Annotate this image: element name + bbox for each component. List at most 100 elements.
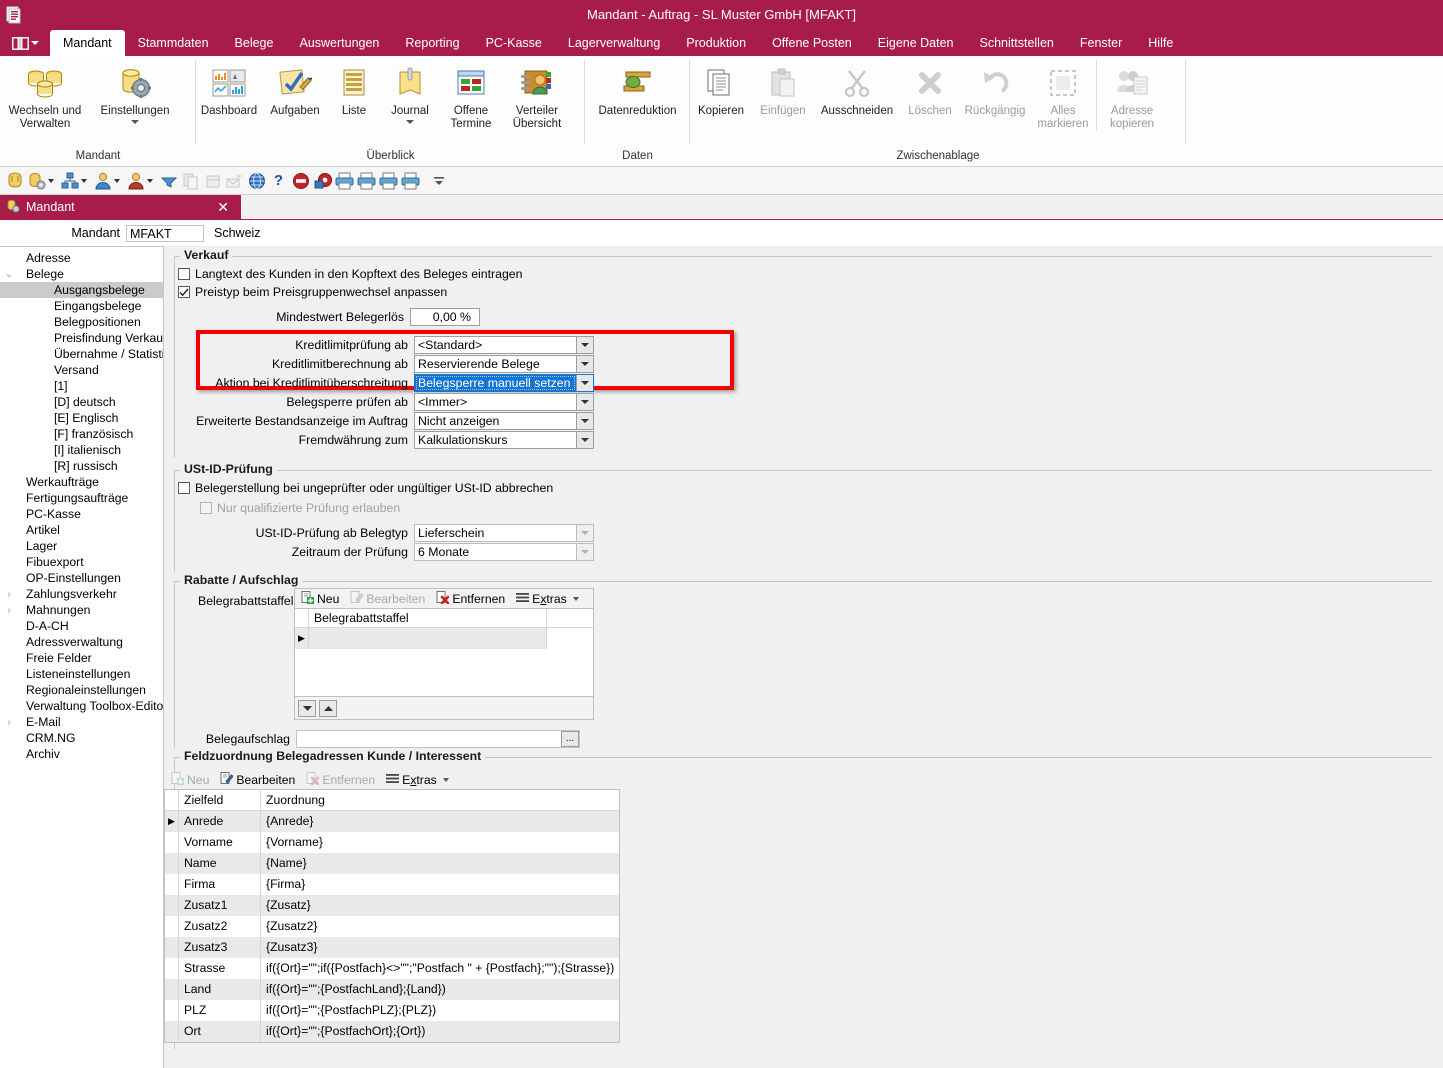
client-icon[interactable] [4,170,25,192]
feldzuordnung-table[interactable]: Zielfeld Zuordnung ▶ Anrede {Anrede} Vor… [164,789,620,1043]
tree-item-archiv[interactable]: Archiv [0,746,163,762]
ribbon-tab-eigene-daten[interactable]: Eigene Daten [865,30,967,56]
toolbar-remove-button[interactable]: Entfernen [433,590,511,608]
tree-item-crm-ng[interactable]: CRM.NG [0,730,163,746]
kreditlimitberechnung-combo[interactable]: Reservierende Belege [414,355,594,373]
toolbar-edit-button[interactable]: Bearbeiten [347,590,431,608]
mail-send-icon[interactable] [224,170,245,192]
tree-item-belegpositionen[interactable]: Belegpositionen [0,314,163,330]
chevron-down-icon[interactable] [576,356,593,372]
tree-item-zahlungsverkehr[interactable]: › Zahlungsverkehr [0,586,163,602]
tree-item-verwaltung-toolbox-editor[interactable]: Verwaltung Toolbox-Editor [0,698,163,714]
toolbar-overflow-icon[interactable] [428,170,449,192]
table-row[interactable]: PLZ if({Ort}="";{PostfachPLZ};{PLZ}) [165,1000,619,1021]
checkbox-box[interactable] [178,268,190,280]
ribbon-tab-lagerverwaltung[interactable]: Lagerverwaltung [555,30,673,56]
ribbon-button-einstellungen[interactable]: Einstellungen [90,60,180,124]
print-direct-icon[interactable] [400,170,421,192]
tree-item-d-a-ch[interactable]: D-A-CH [0,618,163,634]
tree-item-eingangsbelege[interactable]: Eingangsbelege [0,298,163,314]
tree-item-fertigungsauftraege[interactable]: Fertigungsaufträge [0,490,163,506]
chevron-down-icon[interactable] [576,525,593,541]
ribbon-tab-offene-posten[interactable]: Offene Posten [759,30,865,56]
ribbon-tab-fenster[interactable]: Fenster [1067,30,1135,56]
checkbox-box[interactable] [178,482,190,494]
tree-item-russisch[interactable]: [R] russisch [0,458,163,474]
chevron-down-icon[interactable] [114,178,120,183]
chevron-down-icon[interactable] [406,120,414,124]
table-row[interactable]: Firma {Firma} [165,874,619,895]
navigation-tree[interactable]: Adresse ⌄ Belege Ausgangsbelege Eingangsb… [0,246,164,1068]
package-icon[interactable] [202,170,223,192]
belegrabattstaffeln-grid[interactable]: Belegrabattstaffel ▶ [295,608,593,696]
print-icon[interactable] [334,170,355,192]
help-icon[interactable]: ? [268,170,289,192]
tree-item-italienisch[interactable]: [I] italienisch [0,442,163,458]
chevron-down-icon[interactable] [576,394,593,410]
bestandsanzeige-combo[interactable]: Nicht anzeigen [414,412,594,430]
filter-icon[interactable] [158,170,179,192]
ribbon-button-kopieren[interactable]: Kopieren [690,60,752,118]
ribbon-tab-pc-kasse[interactable]: PC-Kasse [473,30,555,56]
kreditlimitpruefung-combo[interactable]: <Standard> [414,336,594,354]
ribbon-tab-schnittstellen[interactable]: Schnittstellen [967,30,1067,56]
settings-red-icon[interactable] [312,170,333,192]
ribbon-tab-produktion[interactable]: Produktion [673,30,759,56]
table-row[interactable]: ▶ [295,628,593,649]
table-row[interactable]: Zusatz3 {Zusatz3} [165,937,619,958]
tree-item-adressverwaltung[interactable]: Adressverwaltung [0,634,163,650]
belegsperre-pruefen-combo[interactable]: <Immer> [414,393,594,411]
checkbox-box[interactable] [178,286,190,298]
ribbon-button-dashboard[interactable]: Dashboard [196,60,262,118]
ribbon-tab-stammdaten[interactable]: Stammdaten [125,30,222,56]
chevron-down-icon[interactable] [131,120,139,124]
table-row[interactable]: Land if({Ort}="";{PostfachLand};{Land}) [165,979,619,1000]
chevron-right-icon[interactable]: › [2,717,16,728]
supplier-icon[interactable] [125,170,146,192]
chevron-down-icon[interactable] [576,375,593,391]
document-tab-mandant[interactable]: Mandant ✕ [0,195,241,219]
ribbon-button-aufgaben[interactable]: Aufgaben [262,60,328,118]
stop-icon[interactable] [290,170,311,192]
toolbar-new-button[interactable]: Neu [298,590,345,608]
chevron-down-icon[interactable] [48,178,54,183]
copy-records-icon[interactable] [180,170,201,192]
toolbar-extras-button[interactable]: Extras [513,590,585,608]
table-row[interactable]: Ort if({Ort}="";{PostfachOrt};{Ort}) [165,1021,619,1042]
chevron-down-icon[interactable] [576,432,593,448]
toolbar-remove-button[interactable]: Entfernen [303,771,381,789]
ribbon-button-offene-termine[interactable]: Offene Termine [440,60,502,131]
toolbar-extras-button[interactable]: Extras [383,771,455,789]
ribbon-button-liste[interactable]: Liste [328,60,380,118]
org-chart-icon[interactable] [59,170,80,192]
ribbon-button-ausschneiden[interactable]: Ausschneiden [814,60,900,118]
checkbox-box[interactable] [200,502,212,514]
globe-icon[interactable] [246,170,267,192]
print-preview-icon[interactable] [356,170,377,192]
chevron-down-icon[interactable] [576,544,593,560]
tree-item-fibuexport[interactable]: Fibuexport [0,554,163,570]
tree-item-franzoesisch[interactable]: [F] französisch [0,426,163,442]
tree-item-freie-felder[interactable]: Freie Felder [0,650,163,666]
ribbon-button-datenreduktion[interactable]: Datenreduktion [593,60,683,118]
ustid-belegtyp-combo[interactable]: Lieferschein [414,524,594,542]
checkbox-belegerstellung-abbrechen[interactable]: Belegerstellung bei ungeprüfter oder ung… [178,481,553,495]
table-row[interactable]: ▶ Anrede {Anrede} [165,811,619,832]
tree-item-englisch[interactable]: [E] Englisch [0,410,163,426]
ribbon-tab-belege[interactable]: Belege [222,30,287,56]
chevron-right-icon[interactable]: › [2,605,16,616]
tree-item-preisfindung-verkauf[interactable]: Preisfindung Verkauf [0,330,163,346]
ribbon-button-adresse-kopieren[interactable]: Adresse kopieren [1097,60,1167,131]
checkbox-langtext-kunde[interactable]: Langtext des Kunden in den Kopftext des … [178,267,522,281]
ribbon-menu-button[interactable] [0,30,50,56]
tree-item-versand[interactable]: Versand [0,362,163,378]
close-icon[interactable]: ✕ [211,199,235,216]
chevron-down-icon[interactable] [572,596,579,601]
toolbar-new-button[interactable]: Neu [168,771,215,789]
scroll-down-icon[interactable] [298,699,316,717]
table-row[interactable]: Name {Name} [165,853,619,874]
tree-item-deutsch[interactable]: [D] deutsch [0,394,163,410]
tree-item-listeneinstellungen[interactable]: Listeneinstellungen [0,666,163,682]
table-row[interactable]: Strasse if({Ort}="";if({Postfach}<>"";"P… [165,958,619,979]
tree-item-uebernahme-statistik[interactable]: Übernahme / Statistik [0,346,163,362]
